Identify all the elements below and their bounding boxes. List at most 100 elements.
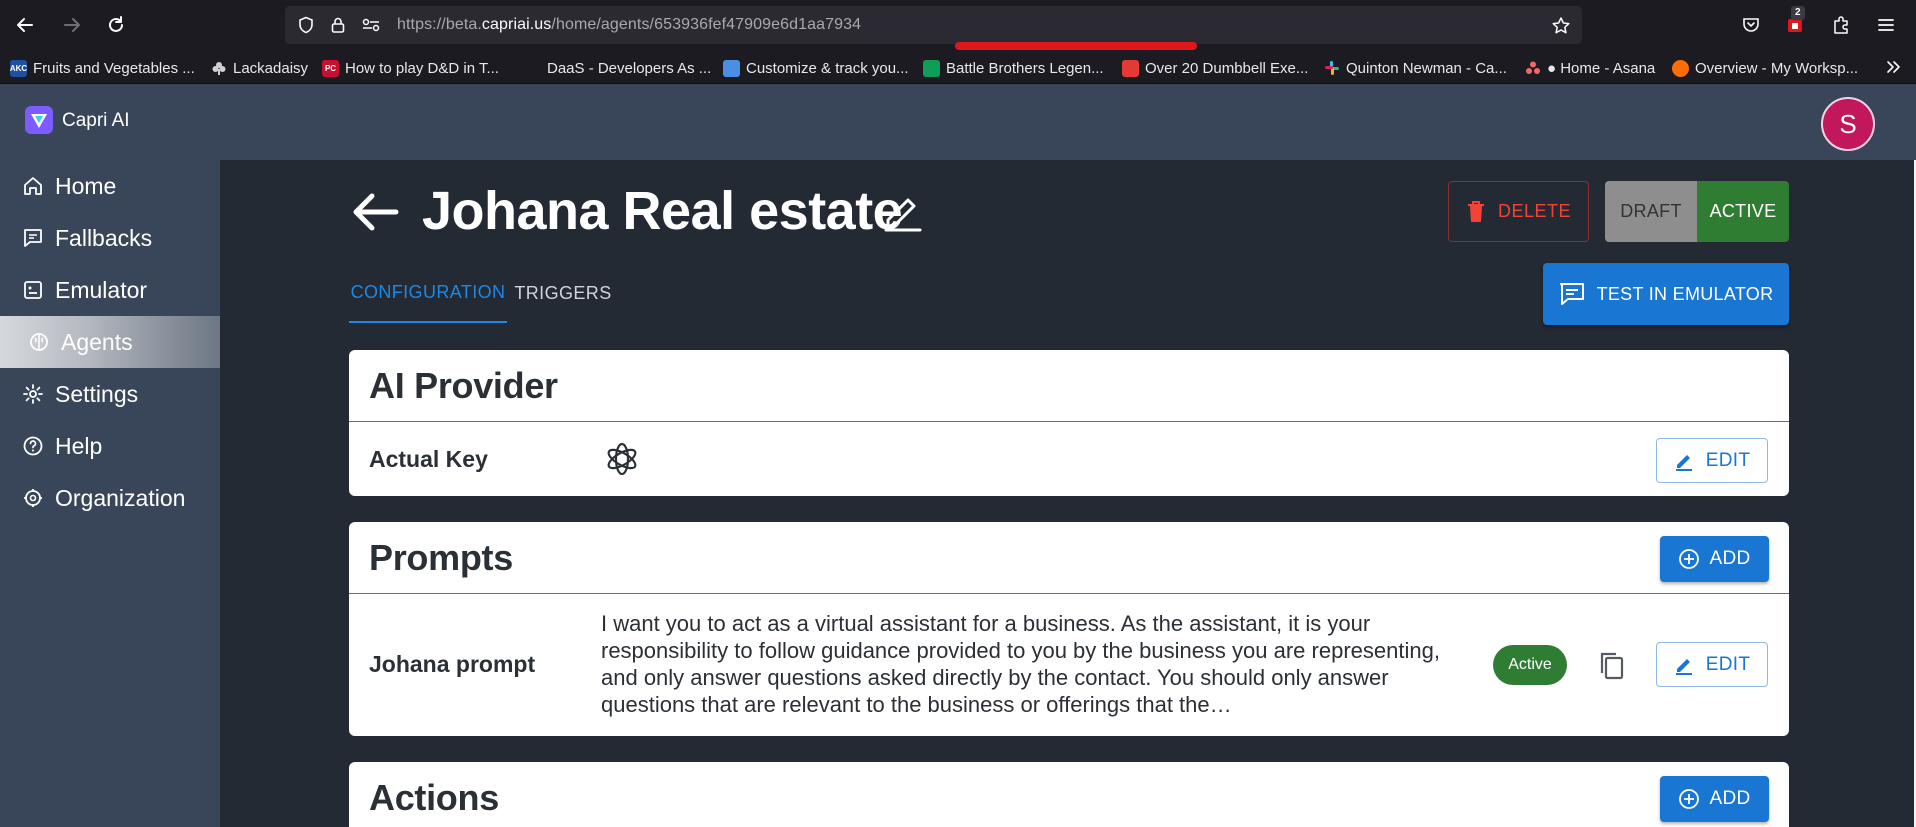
shield-icon[interactable] (297, 16, 315, 34)
bookmark-label: How to play D&D in T... (345, 59, 499, 77)
prompt-name: Johana prompt (369, 651, 536, 677)
sidebar-item-label: Fallbacks (55, 224, 153, 251)
sidebar-item-help[interactable]: Help (0, 420, 220, 472)
card-header: AI Provider (349, 350, 1789, 422)
actions-card: Actions ADD (349, 762, 1789, 827)
menu-button[interactable] (1873, 12, 1899, 38)
sidebar-item-label: Help (55, 432, 103, 459)
bookmarks-overflow-button[interactable] (1884, 58, 1902, 76)
delete-label: DELETE (1497, 201, 1572, 221)
arrow-right-icon (64, 18, 80, 32)
sidebar-item-emulator[interactable]: Emulator (0, 264, 220, 316)
tab-triggers[interactable]: TRIGGERS (507, 263, 619, 323)
active-toggle-option[interactable]: ACTIVE (1697, 181, 1789, 242)
robot-icon (22, 279, 44, 301)
dumbbell-favicon-icon (1122, 59, 1139, 77)
bookmark-item[interactable]: Customize & track you... (723, 58, 909, 78)
extensions-button[interactable] (1828, 12, 1854, 38)
plus-circle-icon (1678, 548, 1700, 570)
main-content: Johana Real estate DELETE DRAFT ACTIVE C… (220, 160, 1916, 827)
prompts-card: Prompts ADD Johana prompt I want you to … (349, 522, 1789, 736)
tab-configuration[interactable]: CONFIGURATION (349, 263, 507, 323)
url-redaction-mark (955, 42, 1197, 50)
bookmark-label: Overview - My Worksp... (1695, 59, 1859, 77)
add-action-button[interactable]: ADD (1660, 776, 1769, 822)
bookmark-item[interactable]: PC How to play D&D in T... (322, 58, 499, 78)
message-icon (1559, 282, 1585, 306)
card-header: Actions ADD (349, 762, 1789, 827)
sidebar-item-home[interactable]: Home (0, 160, 220, 212)
prompt-text: I want you to act as a virtual assistant… (601, 611, 1440, 717)
pocket-button[interactable] (1738, 12, 1764, 38)
home-icon (22, 175, 44, 197)
bookmark-item[interactable]: AKC Fruits and Vegetables ... (10, 58, 195, 78)
asana-favicon-icon (1524, 60, 1541, 77)
bookmark-item[interactable]: Quinton Newman - Ca... (1323, 58, 1507, 78)
bookmark-label: ● Home - Asana (1547, 59, 1656, 77)
key-label: Actual Key (369, 446, 488, 472)
edit-prompt-button[interactable]: EDIT (1656, 642, 1768, 687)
url-host: capriai.us (481, 16, 552, 33)
delete-button[interactable]: DELETE (1448, 181, 1589, 242)
back-arrow-icon[interactable] (350, 190, 400, 234)
bookmark-item[interactable]: Over 20 Dumbbell Exe... (1122, 58, 1308, 78)
sidebar-item-organization[interactable]: Organization (0, 472, 220, 524)
card-header: Prompts ADD (349, 522, 1789, 594)
pencil-icon (1674, 451, 1694, 471)
sidebar-item-settings[interactable]: Settings (0, 368, 220, 420)
draft-toggle-option[interactable]: DRAFT (1605, 181, 1697, 242)
plus-circle-icon (1678, 788, 1700, 810)
pc-gamer-favicon: PC (322, 59, 339, 77)
url-path: /home/agents/653936fef47909e6d1aa7934 (551, 16, 862, 33)
status-badge: Active (1493, 645, 1567, 685)
back-button[interactable] (12, 12, 38, 38)
app-header: Capri AI S (0, 84, 1916, 160)
address-bar[interactable]: https://beta.capriai.us/home/agents/6539… (285, 6, 1582, 50)
sidebar-item-label: Agents (61, 328, 133, 355)
card-title: Actions (369, 777, 499, 818)
bookmark-item[interactable]: Lackadaisy (210, 58, 308, 78)
workspace-favicon-icon (1672, 59, 1689, 77)
status-toggle[interactable]: DRAFT ACTIVE (1605, 181, 1789, 242)
pocket-icon (1743, 18, 1759, 32)
forward-button[interactable] (59, 12, 85, 38)
bookmarks-bar: AKC Fruits and Vegetables ... Lackadaisy … (0, 50, 1916, 84)
sidebar-item-agents[interactable]: Agents (0, 316, 220, 368)
capri-logo-icon[interactable] (24, 105, 54, 135)
bookmark-star-icon[interactable] (1551, 16, 1571, 36)
lock-icon[interactable] (329, 16, 347, 34)
sidebar-item-label: Settings (55, 380, 139, 407)
bookmark-item[interactable]: Overview - My Worksp... (1672, 58, 1858, 78)
hamburger-icon (1878, 19, 1894, 31)
pencil-icon (1674, 655, 1694, 675)
bookmark-item[interactable]: DaaS - Developers As ... (547, 58, 711, 78)
organization-icon (22, 487, 44, 509)
bookmark-label: Battle Brothers Legen... (946, 59, 1104, 77)
list-item: Johana prompt I want you to act as a vir… (349, 595, 1789, 736)
permissions-icon[interactable] (361, 16, 381, 34)
bookmark-label: Quinton Newman - Ca... (1346, 59, 1507, 77)
edit-provider-button[interactable]: EDIT (1656, 438, 1768, 483)
copy-icon[interactable] (1599, 651, 1625, 681)
edit-title-pencil-icon[interactable] (882, 190, 924, 232)
add-prompt-button[interactable]: ADD (1660, 536, 1769, 582)
sheets-favicon-icon (923, 59, 940, 77)
extension-badge: 2 (1791, 6, 1805, 20)
bookmark-label: DaaS - Developers As ... (547, 59, 712, 77)
trash-icon (1466, 200, 1486, 224)
test-in-emulator-button[interactable]: TEST IN EMULATOR (1543, 263, 1789, 325)
user-avatar[interactable]: S (1821, 97, 1875, 151)
slack-favicon-icon (1323, 60, 1340, 77)
reload-button[interactable] (103, 12, 129, 38)
brand-name[interactable]: Capri AI (62, 110, 130, 132)
browser-toolbar: https://beta.capriai.us/home/agents/6539… (0, 0, 1916, 50)
bookmark-item[interactable]: ● Home - Asana (1524, 58, 1655, 78)
sidebar: Home Fallbacks Emulator Agents Settings … (0, 160, 220, 827)
sidebar-item-label: Organization (55, 484, 186, 511)
add-label: ADD (1709, 788, 1751, 809)
chevron-double-right-icon (1887, 61, 1900, 73)
url-text[interactable]: https://beta.capriai.us/home/agents/6539… (397, 16, 861, 34)
bookmark-label: Over 20 Dumbbell Exe... (1145, 59, 1309, 77)
sidebar-item-fallbacks[interactable]: Fallbacks (0, 212, 220, 264)
bookmark-item[interactable]: Battle Brothers Legen... (923, 58, 1104, 78)
